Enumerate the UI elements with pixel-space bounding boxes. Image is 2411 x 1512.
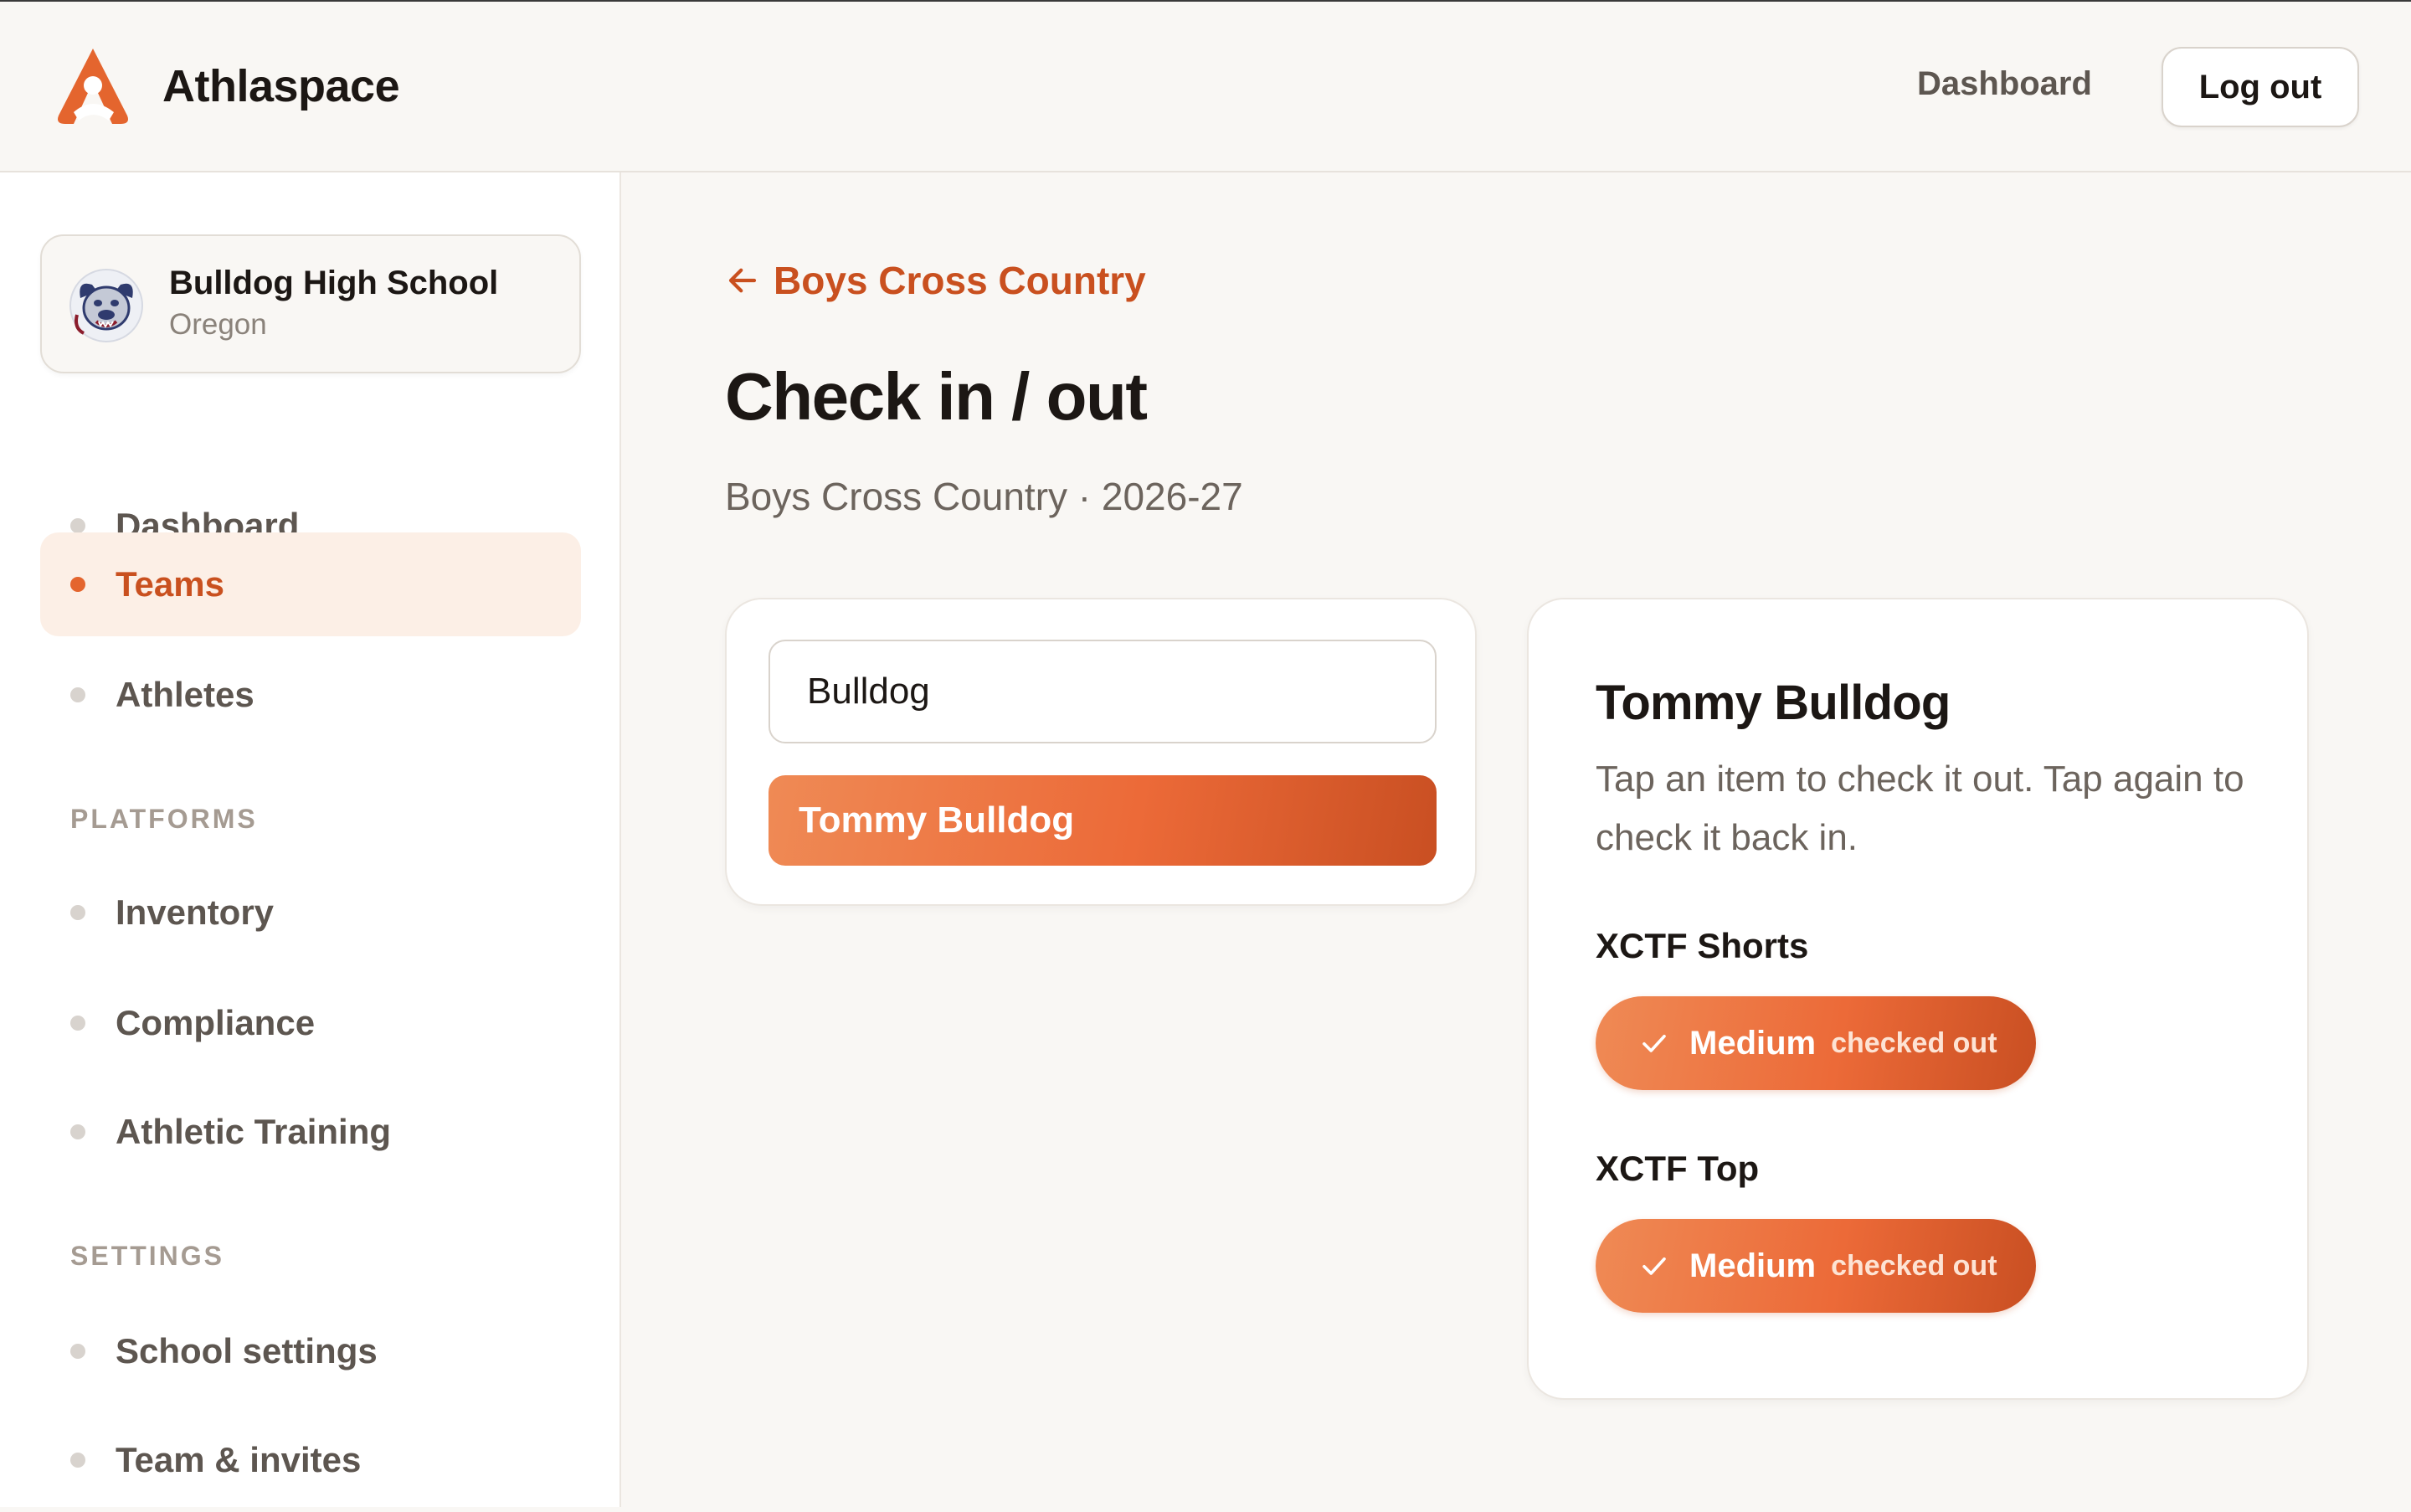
athlaspace-logo-icon [58, 49, 128, 124]
sidebar-item-teams[interactable]: Teams [40, 532, 581, 636]
athlete-name: Tommy Bulldog [1596, 676, 1951, 730]
item-title: XCTF Shorts [1596, 926, 1809, 965]
sidebar-item-athletic-training[interactable]: Athletic Training [40, 1080, 581, 1184]
item-status: checked out [1831, 1249, 1997, 1282]
brand-name: Athlaspace [162, 61, 400, 111]
athlete-search-card: Tommy Bulldog [725, 598, 1477, 906]
check-icon [1642, 1034, 1666, 1052]
athlete-checkout-card: Tommy Bulldog Tap an item to check it ou… [1527, 598, 2309, 1400]
search-result-athlete[interactable]: Tommy Bulldog [769, 775, 1437, 866]
sidebar-item-athletes[interactable]: Athletes [40, 643, 581, 747]
item-size: Medium [1689, 1247, 1817, 1284]
back-link-label: Boys Cross Country [774, 259, 1146, 302]
sidebar-item-inventory[interactable]: Inventory [40, 861, 581, 964]
dot-icon [70, 1016, 85, 1031]
logout-button[interactable]: Log out [2162, 47, 2359, 127]
section-heading-platforms: PLATFORMS [70, 804, 258, 834]
school-name: Bulldog High School [169, 265, 499, 301]
sidebar-item-label: Team & invites [116, 1440, 362, 1479]
sidebar: Bulldog High School Oregon Dashboard Tea… [0, 172, 621, 1507]
check-icon [1642, 1257, 1666, 1275]
school-switcher[interactable]: Bulldog High School Oregon [40, 234, 581, 373]
page-subtitle: Boys Cross Country · 2026-27 [725, 475, 1243, 518]
section-heading-settings: SETTINGS [70, 1241, 225, 1271]
sidebar-item-team-invites[interactable]: Team & invites [40, 1408, 581, 1512]
sidebar-item-label: Inventory [116, 892, 275, 932]
athlete-search-input[interactable] [769, 640, 1437, 743]
item-toggle-xctf-shorts[interactable]: Medium checked out [1596, 996, 2036, 1090]
nav-dashboard-link[interactable]: Dashboard [1917, 65, 2092, 103]
dot-icon [70, 518, 85, 533]
dot-icon [70, 1124, 85, 1139]
sidebar-item-label: Teams [116, 564, 224, 604]
back-link[interactable]: Boys Cross Country [725, 258, 1146, 303]
dot-icon [70, 687, 85, 702]
sidebar-item-label: Compliance [116, 1003, 316, 1042]
sidebar-item-compliance[interactable]: Compliance [40, 971, 581, 1075]
arrow-left-icon [728, 268, 757, 293]
item-toggle-xctf-top[interactable]: Medium checked out [1596, 1219, 2036, 1313]
sidebar-item-label: Athletic Training [116, 1112, 392, 1151]
dot-icon [70, 905, 85, 920]
item-size: Medium [1689, 1024, 1817, 1062]
sidebar-item-school-settings[interactable]: School settings [40, 1299, 581, 1403]
bulldog-mascot-icon [69, 269, 143, 342]
checkout-instructions: Tap an item to check it out. Tap again t… [1596, 759, 2244, 858]
school-region: Oregon [169, 308, 267, 341]
sidebar-item-label: School settings [116, 1331, 378, 1371]
page-title: Check in / out [725, 359, 1148, 434]
brand[interactable]: Athlaspace [49, 45, 400, 127]
item-title: XCTF Top [1596, 1149, 1760, 1188]
top-bar: Athlaspace Dashboard Log out [0, 0, 2411, 172]
dot-icon [70, 1453, 85, 1468]
dot-icon [70, 1344, 85, 1359]
sidebar-item-label: Athletes [116, 675, 254, 714]
item-status: checked out [1831, 1026, 1997, 1059]
dot-icon [70, 577, 85, 592]
